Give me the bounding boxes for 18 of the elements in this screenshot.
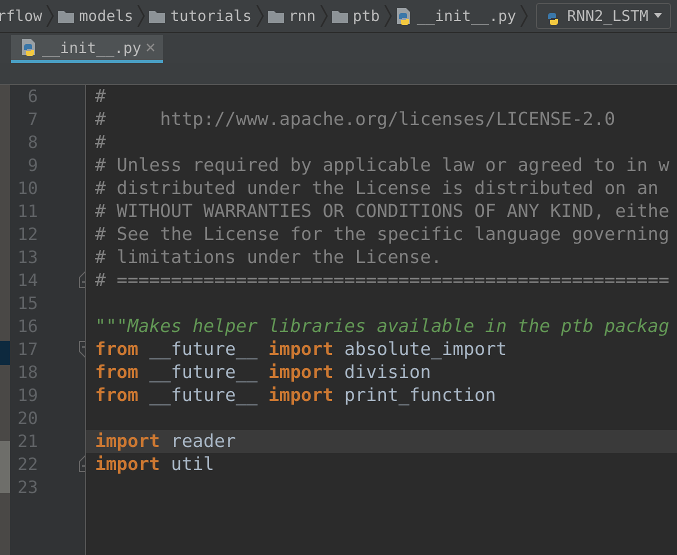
editor-tab[interactable]: __init__.py — [11, 35, 164, 63]
breadcrumb-item[interactable]: ptb — [332, 7, 382, 25]
python-file-icon — [396, 8, 412, 24]
breadcrumb-item[interactable]: rflow — [0, 7, 44, 25]
folder-icon — [332, 10, 348, 22]
folder-icon — [268, 10, 284, 22]
breadcrumb-item[interactable]: rnn — [268, 7, 318, 25]
close-icon[interactable] — [146, 43, 156, 52]
folder-icon — [58, 10, 74, 22]
selected-item-highlight — [0, 341, 10, 365]
scrollbar-thumb[interactable] — [0, 441, 10, 493]
breadcrumb-item[interactable]: tutorials — [149, 7, 254, 25]
breadcrumb-item[interactable]: models — [58, 7, 136, 25]
caret-icon — [654, 13, 662, 19]
python-file-icon — [21, 39, 37, 56]
folder-icon — [149, 10, 166, 22]
run-config-dropdown[interactable]: RNN2_LSTM — [536, 3, 672, 29]
breadcrumb-item[interactable]: __init__.py — [396, 7, 518, 25]
